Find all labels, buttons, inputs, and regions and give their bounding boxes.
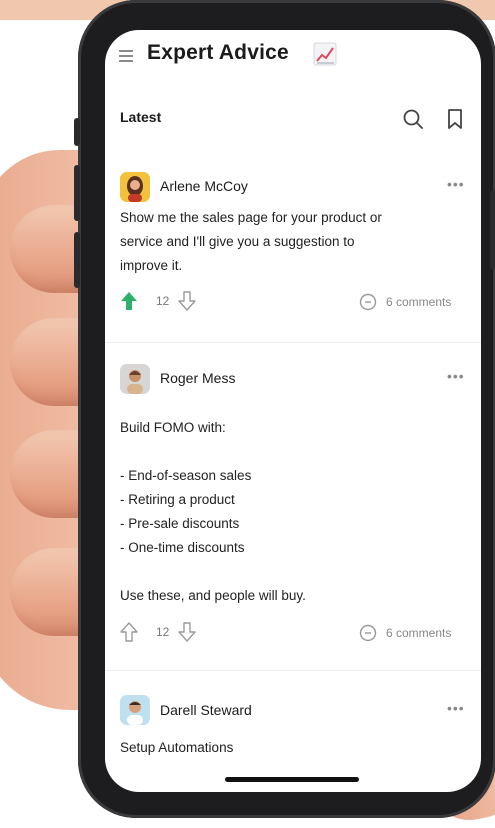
comment-icon bbox=[359, 293, 377, 311]
post-body: Setup Automations bbox=[120, 740, 234, 755]
post-footer: 12 6 comments bbox=[120, 291, 466, 313]
vote-count: 12 bbox=[156, 294, 170, 308]
post-author[interactable]: Arlene McCoy bbox=[160, 178, 248, 194]
more-options-icon[interactable]: ••• bbox=[447, 700, 465, 716]
post-divider bbox=[105, 670, 481, 671]
avatar-image bbox=[120, 695, 150, 725]
phone-screen: Expert Advice Latest Arlene McCoy ••• Sh… bbox=[105, 30, 481, 792]
phone-volume-up bbox=[74, 165, 80, 221]
comments-link[interactable]: 6 comments bbox=[358, 623, 451, 643]
avatar[interactable] bbox=[120, 364, 150, 394]
downvote-icon[interactable] bbox=[178, 291, 196, 311]
post-author[interactable]: Darell Steward bbox=[160, 702, 252, 718]
post-divider bbox=[105, 342, 481, 343]
post-card[interactable]: Roger Mess ••• Build FOMO with: - End-of… bbox=[105, 352, 481, 667]
comments-count: 6 comments bbox=[386, 295, 452, 309]
more-options-icon[interactable]: ••• bbox=[447, 368, 465, 384]
page-title: Expert Advice bbox=[147, 41, 289, 64]
post-body: Show me the sales page for your product … bbox=[120, 210, 382, 273]
post-author[interactable]: Roger Mess bbox=[160, 370, 235, 386]
upvote-icon[interactable] bbox=[120, 291, 138, 311]
vote-count: 12 bbox=[156, 625, 170, 639]
comments-link[interactable]: 6 comments bbox=[358, 292, 451, 312]
search-icon[interactable] bbox=[402, 108, 424, 130]
avatar-image bbox=[120, 172, 150, 202]
feed-toolbar: Latest bbox=[105, 92, 481, 142]
app-header: Expert Advice bbox=[105, 30, 481, 92]
post-body: Build FOMO with: - End-of-season sales -… bbox=[120, 420, 306, 603]
section-title: Latest bbox=[120, 109, 162, 125]
comment-icon bbox=[359, 624, 377, 642]
post-card[interactable]: Arlene McCoy ••• Show me the sales page … bbox=[105, 162, 481, 340]
hamburger-menu-icon[interactable] bbox=[119, 50, 133, 62]
more-options-icon[interactable]: ••• bbox=[447, 176, 465, 192]
avatar[interactable] bbox=[120, 172, 150, 202]
phone-mute-switch bbox=[74, 118, 80, 146]
home-indicator[interactable] bbox=[225, 777, 359, 782]
phone-volume-down bbox=[74, 232, 80, 288]
post-footer: 12 6 comments bbox=[120, 622, 466, 644]
upvote-icon[interactable] bbox=[120, 622, 138, 642]
avatar[interactable] bbox=[120, 695, 150, 725]
post-card[interactable]: Darell Steward ••• Setup Automations bbox=[105, 680, 481, 790]
comments-count: 6 comments bbox=[386, 626, 452, 640]
bookmark-icon[interactable] bbox=[446, 108, 464, 130]
avatar-image bbox=[120, 364, 150, 394]
phone-power-button bbox=[490, 190, 495, 270]
chart-increasing-icon bbox=[313, 42, 337, 66]
downvote-icon[interactable] bbox=[178, 622, 196, 642]
